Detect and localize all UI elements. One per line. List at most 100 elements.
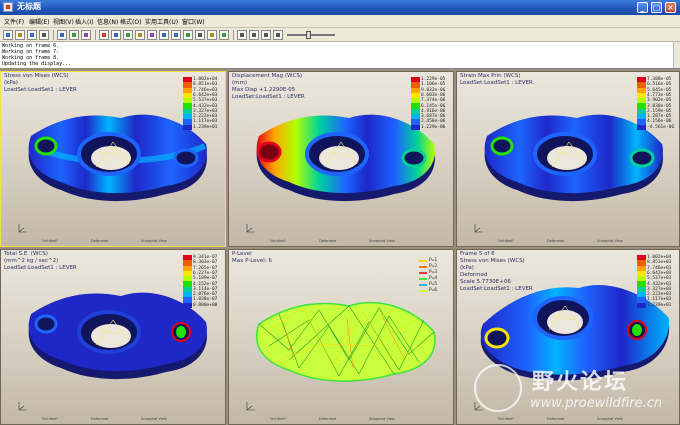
format-icon[interactable] — [135, 30, 145, 40]
maximize-button[interactable]: □ — [651, 2, 662, 13]
legend-value: -4.561e-06 — [647, 124, 675, 130]
legend-value: 1.239e+01 — [647, 302, 672, 308]
animate-icon[interactable] — [219, 30, 229, 40]
toolbar-separator — [233, 30, 234, 40]
pane-footer: Snapshot View — [141, 417, 167, 421]
open-icon[interactable] — [15, 30, 25, 40]
pane-units: (mm) — [232, 80, 248, 86]
minimize-button[interactable]: _ — [637, 2, 648, 13]
delete-icon[interactable] — [99, 30, 109, 40]
legend-value: 3.030e-05 — [647, 103, 672, 109]
menu-window[interactable]: 窗口(W) — [182, 17, 205, 26]
color-legend: 1.002e+04 8.851e+03 7.746e+03 6.642e+03 5.53… — [183, 77, 217, 130]
viewport-stress[interactable]: Stress von Mises (WCS) (kPa) LoadSet:Loa… — [0, 71, 226, 247]
pane-footer: Deformed — [319, 239, 337, 243]
menu-insert[interactable]: 插入(I) — [75, 17, 93, 26]
pane-max-disp: Max Disp +1.2290E-05 — [232, 87, 296, 93]
pane-footer: Snapshot View — [141, 239, 167, 243]
window-title: 无标题 — [17, 2, 41, 11]
legend-value: 1.117e+03 — [647, 297, 672, 303]
legend-value: 1.106e-05 — [421, 82, 446, 88]
pane-footer: Snapshot View — [369, 417, 395, 421]
pane-title: P-Level — [232, 251, 252, 257]
menu-format[interactable]: 格式(O) — [120, 17, 141, 26]
zoom-in-icon[interactable] — [159, 30, 169, 40]
legend-swatch — [411, 124, 420, 130]
play-icon[interactable] — [237, 30, 247, 40]
plevel-swatch — [419, 290, 427, 292]
legend-value: 6.145e-06 — [421, 103, 446, 109]
legend-swatch — [637, 302, 646, 308]
refit-icon[interactable] — [183, 30, 193, 40]
plevel-value: P=5 — [429, 282, 438, 287]
legend-swatch — [183, 302, 192, 308]
pane-footer: "Untitled" — [41, 417, 59, 421]
pane-max-plevel: Max P-Level: 6 — [232, 258, 272, 264]
app-icon — [3, 2, 13, 12]
viewport-displacement[interactable]: Displacement Mag (WCS) (mm) Max Disp +1.… — [228, 71, 454, 247]
plevel-value: P=3 — [429, 270, 438, 275]
legend-value: 5.537e+03 — [647, 276, 672, 282]
save-icon[interactable] — [27, 30, 37, 40]
pane-frame: Frame 5 of 8 — [460, 251, 495, 257]
pane-footer: Deformed — [91, 239, 109, 243]
legend-value: 1.038e-07 — [193, 297, 218, 303]
plevel-swatch — [419, 284, 427, 286]
pane-deformed: Deformed — [460, 272, 488, 278]
legend-value: 8.303e-07 — [193, 260, 218, 266]
plevel-value: P=6 — [429, 288, 438, 293]
watermark-url: www.proewildfire.cn — [530, 396, 663, 411]
message-log: Working on frame 6. Working on frame 7. … — [0, 42, 680, 69]
color-legend: 9.341e-07 8.303e-07 7.265e-07 6.227e-07 5.18… — [183, 255, 217, 308]
spin-icon[interactable] — [195, 30, 205, 40]
window-icon[interactable] — [123, 30, 133, 40]
legend-value: 1.229e-06 — [421, 124, 446, 130]
print-icon[interactable] — [39, 30, 49, 40]
pane-units: (kPa) — [4, 80, 18, 86]
last-frame-icon[interactable] — [273, 30, 283, 40]
pane-footer: Snapshot View — [597, 239, 623, 243]
menu-info[interactable]: 信息(N) — [97, 17, 118, 26]
viewport-strain[interactable]: Strain Max Prin (WCS) LoadSet:LoadSet1 :… — [456, 71, 680, 247]
viewport-p-level[interactable]: P-Level Max P-Level: 6 P=1 P=2 P=3 P=4 P=5 P=… — [228, 249, 454, 425]
legend-swatch — [183, 124, 192, 130]
legend-value: 4.152e-07 — [193, 281, 218, 287]
pane-loadset: LoadSet:LoadSet1 : LEVER — [4, 87, 77, 93]
pane-title: Stress von Mises (WCS) — [4, 73, 69, 79]
paste-icon[interactable] — [69, 30, 79, 40]
menu-utilities[interactable]: 实用工具(U) — [145, 17, 178, 26]
wildfire-logo-icon — [474, 364, 522, 412]
log-scrollbar[interactable] — [673, 42, 680, 68]
animation-slider-thumb[interactable] — [306, 31, 312, 39]
results-icon[interactable] — [81, 30, 91, 40]
legend-value: 7.265e-07 — [193, 265, 218, 271]
stop-icon[interactable] — [249, 30, 259, 40]
color-legend: 1.002e+04 8.851e+03 7.746e+03 6.642e+03 5.53… — [637, 255, 671, 308]
capture-icon[interactable] — [207, 30, 217, 40]
menu-view[interactable]: 视图(V) — [53, 17, 74, 26]
legend-icon[interactable] — [147, 30, 157, 40]
close-button[interactable]: × — [665, 2, 676, 13]
new-icon[interactable] — [3, 30, 13, 40]
viewport-strain-energy[interactable]: Total S.E. (WCS) (mm^2 kg / sec^2) LoadS… — [0, 249, 226, 425]
edit-icon[interactable] — [111, 30, 121, 40]
pane-loadset: LoadSet:LoadSet1 : LEVER — [460, 286, 533, 292]
legend-value: 8.851e+03 — [647, 260, 672, 266]
toolbar-separator — [53, 30, 54, 40]
menu-bar: 文件(F) 编辑(E) 视图(V) 插入(I) 信息(N) 格式(O) 实用工具… — [0, 15, 680, 28]
pane-footer: "Untitled" — [497, 239, 515, 243]
legend-value: 5.537e+03 — [193, 98, 218, 104]
legend-swatch — [637, 124, 646, 130]
pane-units: (kPa) — [460, 265, 474, 271]
legend-value: 1.239e+01 — [193, 124, 218, 130]
menu-file[interactable]: 文件(F) — [4, 17, 24, 26]
zoom-out-icon[interactable] — [171, 30, 181, 40]
first-frame-icon[interactable] — [261, 30, 271, 40]
legend-value: 3.902e-05 — [647, 98, 672, 104]
menu-edit[interactable]: 编辑(E) — [29, 17, 49, 26]
color-legend: 1.229e-05 1.106e-05 9.832e-06 8.603e-06 7.37… — [411, 77, 445, 130]
pane-loadset: LoadSet:LoadSet1 : LEVER — [232, 94, 305, 100]
plevel-swatch — [419, 272, 427, 274]
legend-value: 7.374e-06 — [421, 98, 446, 104]
copy-icon[interactable] — [57, 30, 67, 40]
